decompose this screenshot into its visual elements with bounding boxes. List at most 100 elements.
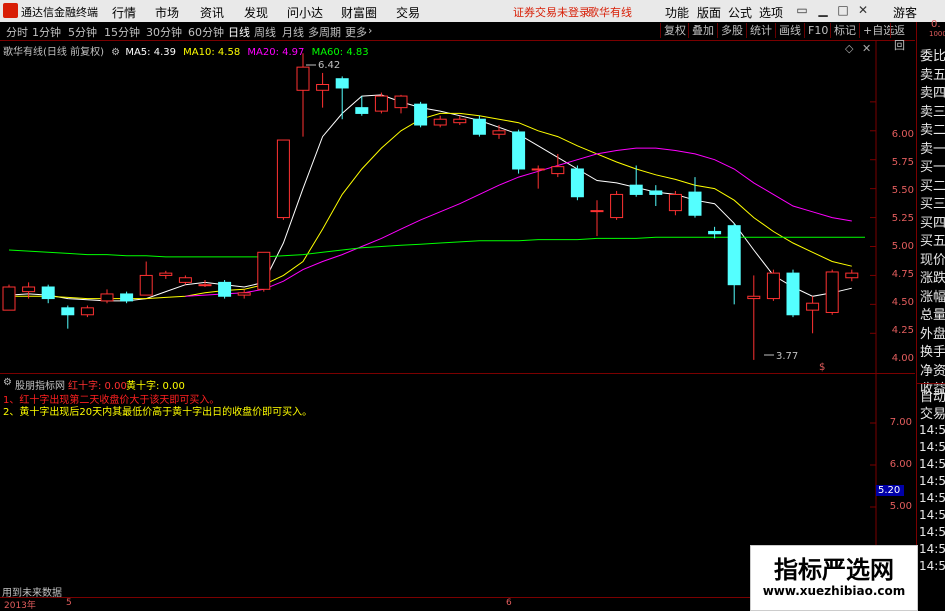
f10-button[interactable]: F10 — [804, 23, 831, 38]
overlay-button[interactable]: 叠加 — [688, 23, 717, 38]
user-label[interactable]: 游客 — [893, 4, 917, 21]
menu-ask[interactable]: 问小达 — [287, 4, 323, 21]
quote-field-label: 买五 — [920, 234, 945, 249]
login-status[interactable]: 证券交易未登录 — [513, 4, 590, 20]
candle — [61, 305, 75, 329]
indicator-settings-icon[interactable]: ⚙ — [3, 377, 12, 388]
tick-time: 14:5 — [919, 491, 945, 505]
candlestick-chart[interactable]: 6.42 3.77 $ — [0, 40, 915, 373]
maximize-icon[interactable]: □ — [835, 3, 851, 18]
candle — [766, 269, 780, 301]
tick-time: 14:5 — [919, 474, 945, 488]
menu-quotes[interactable]: 行情 — [112, 4, 136, 21]
candle-body — [610, 193, 624, 219]
candle — [41, 284, 55, 304]
candle-body — [257, 251, 271, 290]
candle — [512, 129, 526, 174]
statistics-button[interactable]: 统计 — [746, 23, 775, 38]
draw-line-button[interactable]: 画线 — [775, 23, 804, 38]
menu-function[interactable]: 功能 — [665, 4, 689, 21]
candle-body — [590, 210, 604, 213]
y-tick-label: 5.25 — [891, 213, 914, 224]
menu-layout[interactable]: 版面 — [697, 4, 721, 21]
candle — [414, 101, 428, 128]
y-tick-label: 4.25 — [891, 325, 914, 336]
top-code: 0. — [931, 19, 941, 30]
indicator-name: 股朋指标网 — [15, 381, 65, 392]
restore-icon[interactable]: ▭ — [794, 3, 810, 18]
y-tick-label: 5.75 — [891, 157, 914, 168]
candle-body — [766, 272, 780, 300]
period-15min[interactable]: 15分钟 — [104, 24, 140, 40]
quote-field-label: 换手 — [920, 345, 945, 360]
candle-body — [433, 118, 447, 126]
ma5-line — [8, 94, 852, 302]
y-tick-label: 4.50 — [891, 297, 914, 308]
period-5min[interactable]: 5分钟 — [68, 24, 97, 40]
candle-body — [806, 302, 820, 311]
candle — [551, 153, 565, 178]
app-title: 通达信金融终端 — [21, 6, 98, 19]
quote-field-label: 买四 — [920, 215, 945, 231]
menu-news[interactable]: 资讯 — [200, 4, 224, 21]
candle — [394, 94, 408, 114]
period-timeshare[interactable]: 分时 — [6, 24, 28, 40]
period-multi[interactable]: 多周期 — [308, 24, 341, 40]
adjust-button[interactable]: 复权 — [660, 23, 689, 38]
back-button[interactable]: 返回 — [890, 23, 915, 52]
period-daily[interactable]: 日线 — [228, 24, 250, 40]
close-icon[interactable]: ✕ — [855, 3, 871, 18]
menu-formula[interactable]: 公式 — [728, 4, 752, 21]
candle — [590, 200, 604, 237]
candle-body — [551, 166, 565, 175]
yellow-cross-value: 黄十字: 0.00 — [126, 381, 185, 392]
quote-field-label: 总量 — [920, 308, 945, 323]
dividend-marker: $ — [819, 362, 825, 373]
candle — [688, 177, 702, 218]
y-tick-label: 6.00 — [891, 129, 914, 140]
menu-discover[interactable]: 发现 — [244, 4, 268, 21]
candle — [433, 115, 447, 128]
period-weekly[interactable]: 周线 — [254, 24, 276, 40]
period-30min[interactable]: 30分钟 — [146, 24, 182, 40]
candle-body — [198, 284, 212, 287]
candle — [747, 275, 761, 360]
candle — [198, 280, 212, 287]
title-bar: 通达信金融终端 行情 市场 资讯 发现 问小达 财富圈 交易 证券交易未登录 歌… — [0, 0, 945, 22]
period-more[interactable]: 更多 — [345, 24, 367, 40]
quote-field-label: 买一 — [920, 160, 945, 175]
candle-body — [100, 293, 114, 302]
candle — [120, 291, 134, 304]
period-monthly[interactable]: 月线 — [282, 24, 304, 40]
candle-body — [335, 78, 349, 89]
menu-wealth[interactable]: 财富圈 — [341, 4, 377, 21]
period-1min[interactable]: 1分钟 — [32, 24, 61, 40]
quote-field-label: 买二 — [920, 178, 945, 194]
candle-body — [2, 286, 16, 311]
candle-body — [61, 307, 75, 316]
candle — [531, 165, 545, 189]
period-60min[interactable]: 60分钟 — [188, 24, 224, 40]
period-toolbar: 分时 1分钟 5分钟 15分钟 30分钟 60分钟 日线 周线 月线 多周期 更… — [0, 22, 915, 52]
quote-field-label: 现价 — [920, 252, 945, 268]
candle-body — [316, 84, 330, 91]
quote-field-label: 买三 — [920, 197, 945, 212]
candle-body — [218, 281, 232, 297]
menu-options[interactable]: 选项 — [759, 4, 783, 21]
y-tick-label: 5.00 — [891, 241, 914, 252]
chevron-right-icon[interactable]: › — [368, 24, 372, 37]
candle-body — [237, 292, 251, 296]
quote-field-label: 卖一 — [920, 141, 945, 157]
high-price-label: 6.42 — [318, 60, 340, 71]
menu-trade[interactable]: 交易 — [396, 4, 420, 21]
candle — [492, 125, 506, 139]
year-label: 2013年 — [4, 601, 36, 611]
multi-stock-button[interactable]: 多股 — [717, 23, 746, 38]
menu-market[interactable]: 市场 — [155, 4, 179, 21]
trade-label: 交易 — [920, 407, 945, 422]
mark-button[interactable]: 标记 — [830, 23, 859, 38]
low-price-label: 3.77 — [776, 351, 798, 362]
site-watermark: 指标严选网 www.xuezhibiao.com — [750, 545, 918, 611]
minimize-icon[interactable]: ▁ — [815, 3, 831, 18]
candle-body — [355, 107, 369, 114]
